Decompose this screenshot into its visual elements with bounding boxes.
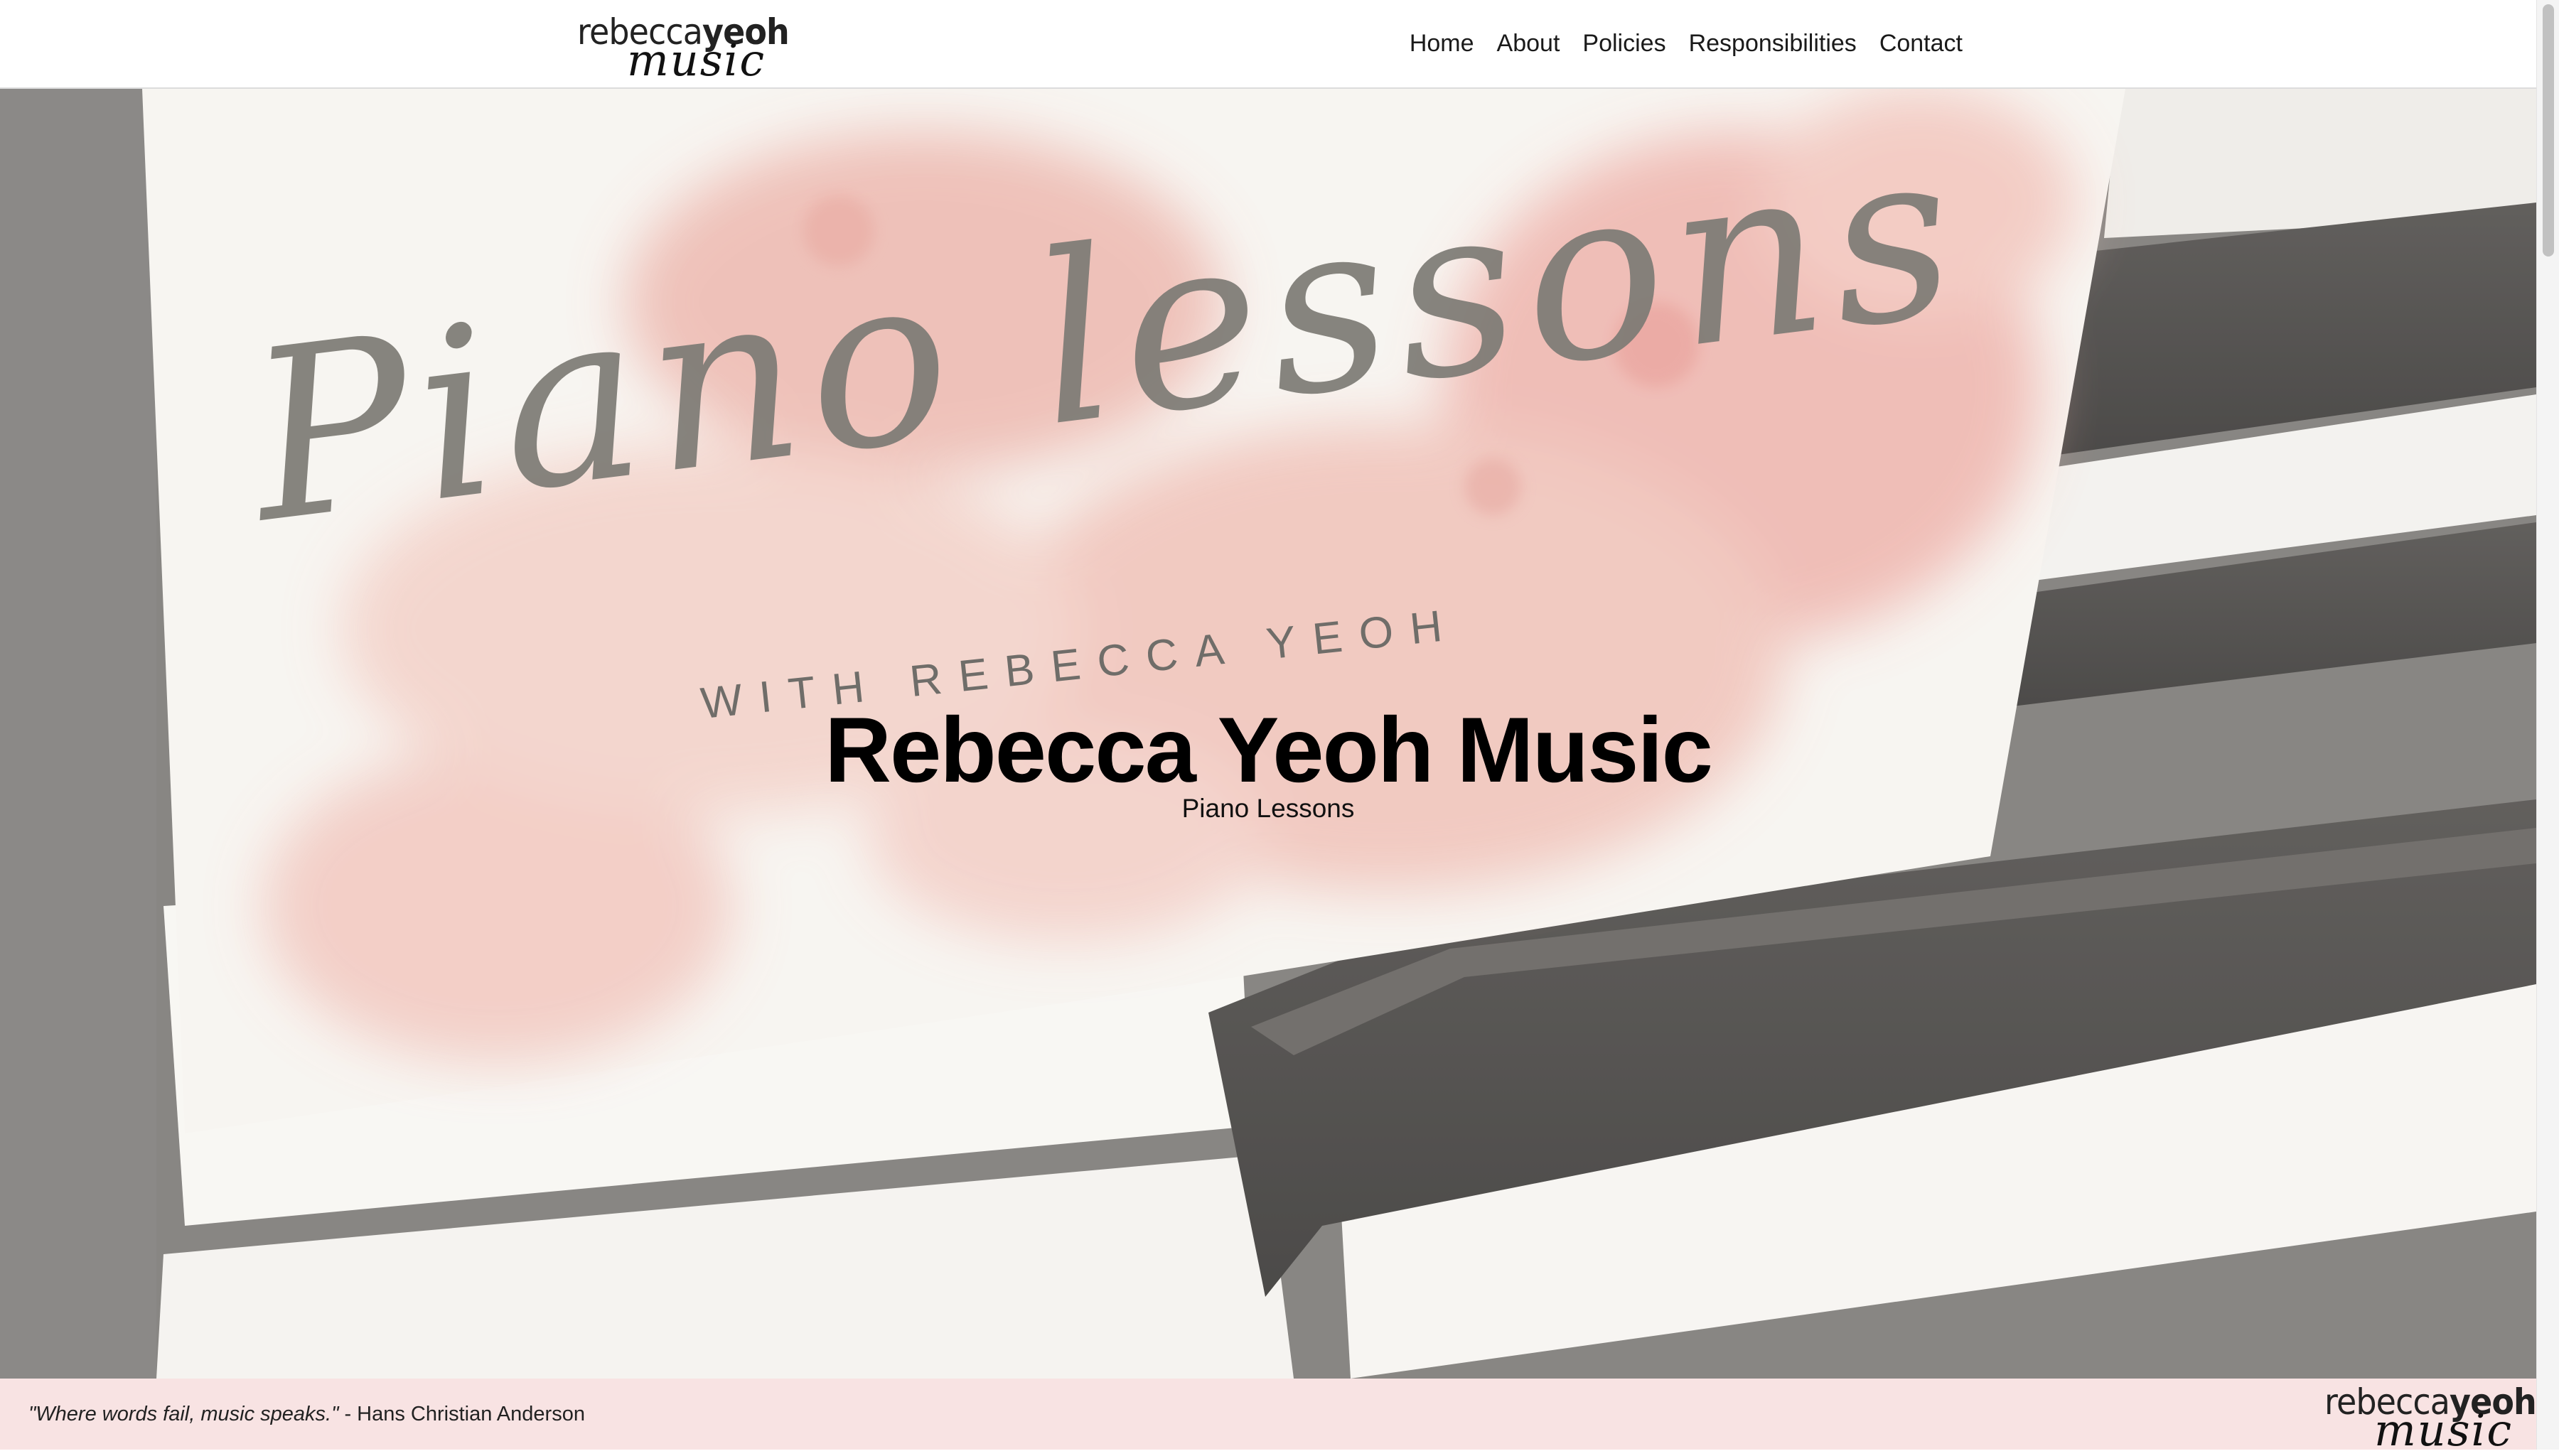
footer-logo-wordmark-bottom: music bbox=[2374, 1404, 2514, 1456]
footer-logo[interactable]: rebeccayeoh music bbox=[2324, 1384, 2537, 1452]
nav-home-link[interactable]: Home bbox=[1410, 27, 1474, 60]
quote-attribution: - Hans Christian Anderson bbox=[338, 1403, 585, 1425]
nav-about-link[interactable]: About bbox=[1497, 27, 1560, 60]
nav-policies-link[interactable]: Policies bbox=[1582, 27, 1665, 60]
nav-responsibilities-link[interactable]: Responsibilities bbox=[1689, 27, 1857, 60]
main-nav: Home About Policies Responsibilities Con… bbox=[1410, 27, 1963, 60]
hero-section: Piano lessons WITH REBECCA YEOH Rebecca … bbox=[0, 89, 2536, 1379]
hero-subtitle: Piano Lessons bbox=[1181, 794, 1355, 823]
hero-title: Rebecca Yeoh Music bbox=[825, 698, 1713, 802]
page-scrollbar[interactable] bbox=[2536, 0, 2559, 1450]
footer-quote: "Where words fail, music speaks." - Hans… bbox=[28, 1400, 585, 1428]
quote-text: "Where words fail, music speaks." bbox=[28, 1403, 339, 1425]
top-navbar: rebeccayeoh music Home About Policies Re… bbox=[0, 0, 2536, 89]
footer-bar: "Where words fail, music speaks." - Hans… bbox=[0, 1379, 2537, 1452]
scrollbar-thumb[interactable] bbox=[2543, 4, 2554, 257]
nav-contact-link[interactable]: Contact bbox=[1879, 27, 1963, 60]
site-logo[interactable]: rebeccayeoh music bbox=[577, 14, 790, 82]
logo-wordmark-bottom: music bbox=[627, 34, 766, 86]
